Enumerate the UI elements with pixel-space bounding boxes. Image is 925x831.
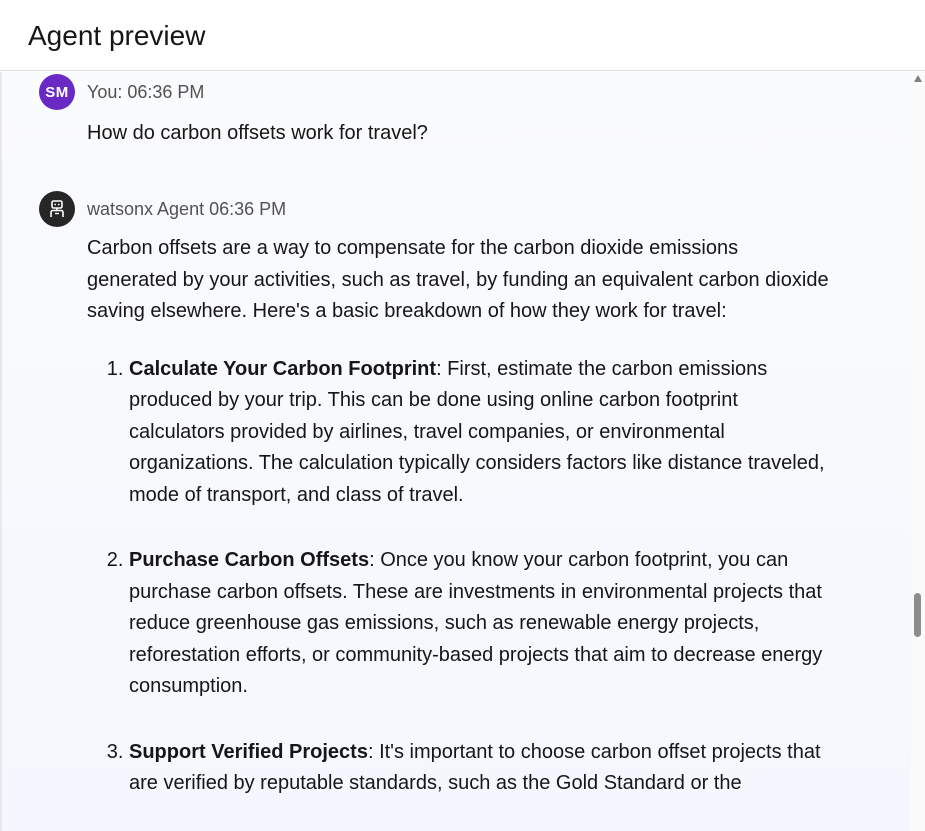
chat-scrollbar[interactable] — [911, 72, 925, 831]
agent-message-intro: Carbon offsets are a way to compensate f… — [87, 237, 829, 322]
panel-header: Agent preview — [0, 0, 925, 71]
agent-avatar — [39, 191, 75, 227]
scrollbar-thumb[interactable] — [914, 593, 921, 637]
list-item: Support Verified Projects: It's importan… — [129, 737, 832, 800]
step-title: Calculate Your Carbon Footprint — [129, 357, 437, 380]
user-avatar-initials: SM — [45, 83, 69, 101]
step-title: Support Verified Projects — [129, 740, 368, 763]
user-message-text: How do carbon offsets work for travel? — [87, 122, 428, 144]
step-text: : Once you know your carbon footprint, y… — [129, 549, 823, 697]
agent-steps-list: Calculate Your Carbon Footprint: First, … — [87, 354, 832, 800]
page-title: Agent preview — [28, 20, 206, 51]
step-title: Purchase Carbon Offsets — [129, 549, 370, 571]
agent-message-meta: watsonx Agent 06:36 PM — [87, 199, 287, 219]
user-message-meta: You: 06:36 PM — [87, 82, 205, 102]
agent-preview-panel: Agent preview SM You: 06:36 PM How do ca… — [0, 0, 925, 831]
user-avatar: SM — [39, 74, 75, 110]
scroll-up-arrow-icon[interactable] — [914, 75, 922, 82]
robot-icon — [50, 200, 64, 217]
agent-message-body: Carbon offsets are a way to compensate f… — [87, 233, 832, 831]
list-item: Calculate Your Carbon Footprint: First, … — [129, 354, 832, 512]
list-item: Purchase Carbon Offsets: Once you know y… — [129, 545, 832, 703]
chat-transcript[interactable]: SM You: 06:36 PM How do carbon offsets w… — [2, 72, 911, 831]
